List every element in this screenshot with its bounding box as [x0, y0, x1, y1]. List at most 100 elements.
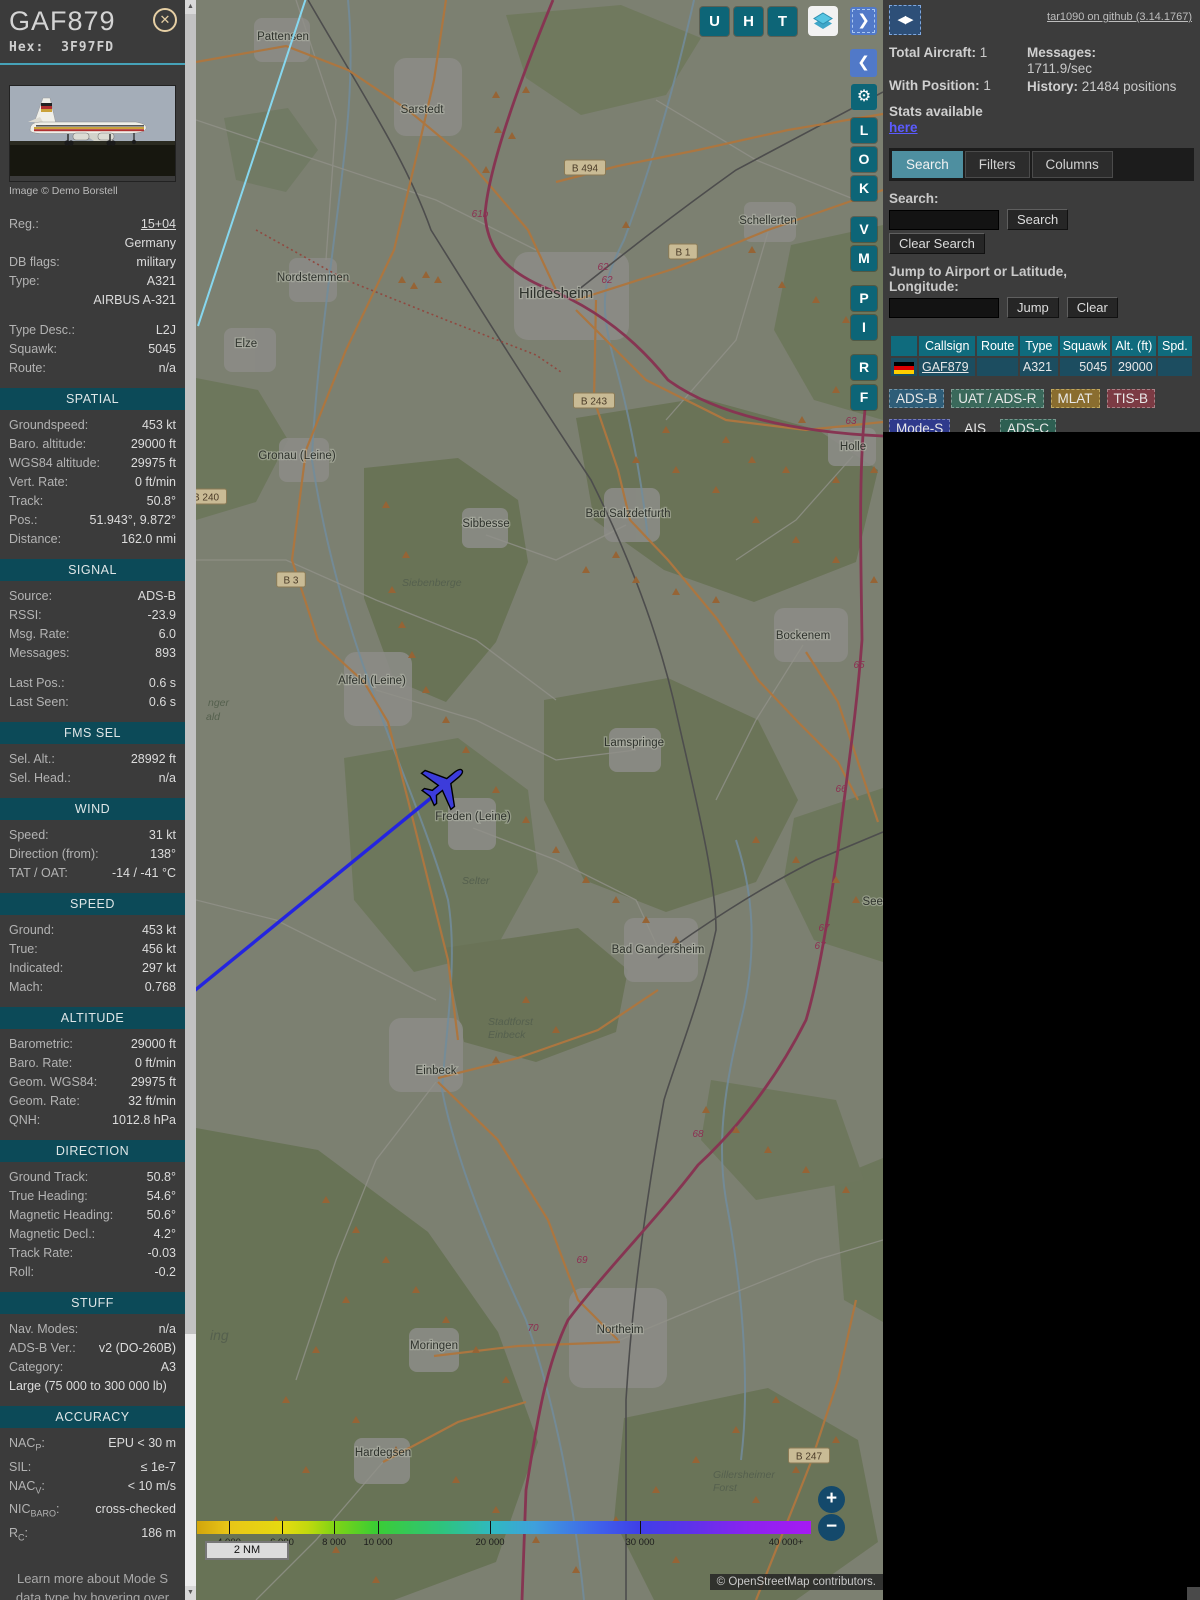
layers-icon[interactable]: [808, 6, 838, 36]
col-header-Alt. (ft)[interactable]: Alt. (ft): [1112, 336, 1156, 356]
info-row: Track Rate: -0.03: [9, 1244, 176, 1263]
tab-filters[interactable]: Filters: [964, 151, 1030, 178]
filter-badge-mlat[interactable]: MLAT: [1050, 389, 1100, 408]
info-row: Last Pos.: 0.6 s: [9, 674, 176, 693]
info-row: Track: 50.8°: [9, 492, 176, 511]
jump-input[interactable]: [889, 297, 999, 318]
aircraft-photo-art: [10, 86, 175, 176]
info-row: QNH: 1012.8 hPa: [9, 1111, 176, 1130]
jump-button[interactable]: Jump: [1007, 297, 1059, 318]
data-value: 6.0: [158, 627, 176, 641]
sidebar-scrollbar-thumb[interactable]: [185, 14, 196, 1334]
filter-badge-mode-s[interactable]: Mode-S: [889, 419, 951, 432]
section-header-wind: WIND: [0, 798, 185, 820]
info-row: Distance: 162.0 nmi: [9, 530, 176, 549]
data-value: Germany: [124, 236, 176, 250]
messages-rate: Messages: 1711.9/sec: [1027, 45, 1097, 76]
search-input[interactable]: [889, 209, 999, 230]
map-button-F[interactable]: F: [851, 385, 877, 410]
data-value: 138°: [150, 847, 176, 861]
zoom-out-button[interactable]: −: [818, 1514, 845, 1541]
info-row: Source: ADS-B: [9, 587, 176, 606]
registration-link[interactable]: 15+04: [141, 215, 176, 234]
map-canvas[interactable]: Pattensen Sarstedt Nordstemmen Schellerten H…: [196, 0, 883, 1600]
section-header-altitude: ALTITUDE: [0, 1007, 185, 1029]
col-header-Callsign[interactable]: Callsign: [919, 336, 976, 356]
road-shield-label: B 494: [572, 164, 599, 175]
info-row: Direction (from): 138°: [9, 845, 176, 864]
col-header-Type[interactable]: Type: [1019, 336, 1058, 356]
map-button-M[interactable]: M: [851, 246, 877, 271]
map-button-T[interactable]: T: [768, 7, 797, 36]
table-row[interactable]: GAF879 A321 5045 29000: [891, 358, 1192, 376]
town-label: Northeim: [597, 1324, 644, 1336]
col-header-Route[interactable]: Route: [977, 336, 1018, 356]
info-row: Speed: 31 kt: [9, 826, 176, 845]
callsign-link[interactable]: GAF879: [922, 360, 969, 374]
town-label: Bockenem: [776, 630, 830, 642]
source-filter-badges: ADS-B UAT / ADS-R MLAT TIS-B: [889, 389, 1194, 408]
town-label: Alfeld (Leine): [338, 675, 406, 687]
data-value: 0.6 s: [148, 695, 176, 709]
scroll-down-icon[interactable]: ▼: [185, 1586, 196, 1600]
filter-badge-tis-b[interactable]: TIS-B: [1106, 389, 1156, 408]
tab-columns[interactable]: Columns: [1031, 151, 1113, 178]
area-label: ald: [206, 711, 221, 723]
filter-badge-ais[interactable]: AIS: [957, 419, 993, 432]
close-icon[interactable]: ✕: [153, 8, 177, 32]
info-row: Vert. Rate: 0 ft/min: [9, 473, 176, 492]
road-shield-label: B 240: [196, 493, 220, 504]
km-marker: 65: [853, 660, 865, 671]
clear-search-button[interactable]: Clear Search: [889, 233, 985, 254]
tab-search[interactable]: Search: [892, 151, 963, 178]
aircraft-table[interactable]: Callsign Route Type Squawk Alt. (ft) Spd. GAF8…: [889, 334, 1194, 378]
panel-toggle-icon[interactable]: ◀▶: [889, 5, 921, 35]
filter-badge-ads-c[interactable]: ADS-C: [1000, 419, 1057, 432]
zoom-in-button[interactable]: +: [818, 1486, 845, 1513]
info-row: ADS-B Ver.: v2 (DO-260B): [9, 1339, 176, 1358]
data-value: A321: [146, 274, 176, 288]
legend-tick-label: 40 000+: [768, 1537, 804, 1548]
map-button-H[interactable]: H: [734, 7, 763, 36]
hex-code: Hex: 3F97FD: [9, 40, 115, 55]
map-button-V[interactable]: V: [851, 217, 877, 242]
filter-badge-ads-b[interactable]: ADS-B: [889, 389, 945, 408]
aircraft-data-sections: SPATIAL Groundspeed: 453 kt Baro. altitude:…: [0, 388, 185, 1548]
data-value: 50.8°: [146, 1170, 176, 1184]
section-header-spatial: SPATIAL: [0, 388, 185, 410]
map-button-I[interactable]: I: [851, 315, 877, 340]
section-header-speed: SPEED: [0, 893, 185, 915]
col-header-Spd.[interactable]: Spd.: [1157, 336, 1192, 356]
stats-here-link[interactable]: here: [889, 120, 918, 135]
map-button-U[interactable]: U: [700, 7, 729, 36]
osm-link[interactable]: OpenStreetMap: [728, 1576, 809, 1588]
legend-tick-label: 10 000: [363, 1537, 393, 1548]
map-button-O[interactable]: O: [851, 147, 877, 172]
map-button-R[interactable]: R: [851, 355, 877, 380]
map-button-L[interactable]: L: [851, 118, 877, 143]
map-button-P[interactable]: P: [851, 286, 877, 311]
col-header-flag[interactable]: [891, 336, 917, 356]
collapse-sidebar-button[interactable]: ❮: [850, 49, 877, 77]
expand-sidebar-button[interactable]: ❯: [850, 7, 877, 35]
accent-divider: [0, 63, 185, 65]
col-header-Squawk[interactable]: Squawk: [1059, 336, 1111, 356]
data-value: 1012.8 hPa: [112, 1113, 176, 1127]
info-row: Geom. WGS84: 29975 ft: [9, 1073, 176, 1092]
github-link[interactable]: tar1090 on github (3.14.1767): [1047, 11, 1192, 23]
data-value: 162.0 nmi: [121, 532, 176, 546]
town-label: Elze: [235, 338, 257, 350]
scroll-up-icon[interactable]: ▲: [185, 0, 196, 14]
data-value: 32 ft/min: [128, 1094, 176, 1108]
sidebar-scrollbar[interactable]: ▲ ▼: [185, 0, 196, 1600]
data-value: 29975 ft: [130, 456, 176, 470]
gear-icon[interactable]: ⚙: [851, 84, 877, 110]
search-button[interactable]: Search: [1007, 209, 1069, 230]
info-row: NICBARO: cross-checked: [9, 1500, 176, 1524]
aircraft-photo[interactable]: [9, 85, 176, 182]
info-row: Reg.: 15+04: [9, 215, 176, 234]
filter-badge-uat-ads-r[interactable]: UAT / ADS-R: [951, 389, 1044, 408]
clear-button[interactable]: Clear: [1066, 297, 1118, 318]
info-row: RC: 186 m: [9, 1524, 176, 1548]
map-button-K[interactable]: K: [851, 176, 877, 201]
